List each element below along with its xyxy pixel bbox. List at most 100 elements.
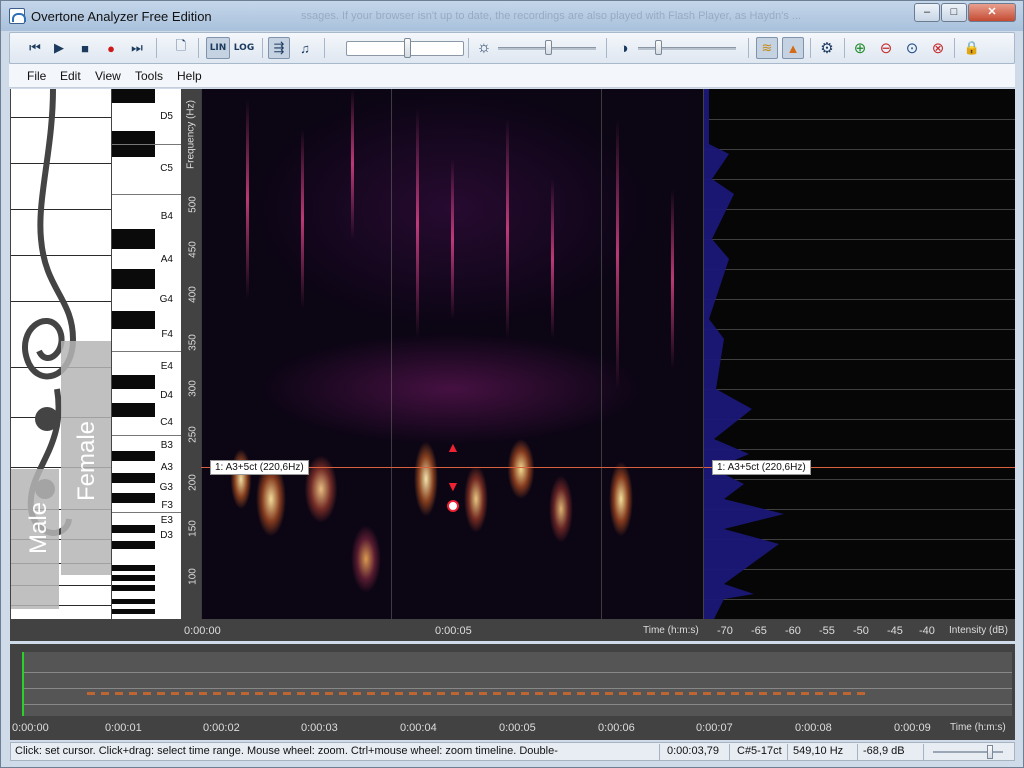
skip-forward-icon[interactable]: ⏭ (126, 37, 148, 59)
note-label: B4 (160, 211, 173, 222)
intensity-spectrum: 1: A3+5ct (220,6Hz) (704, 89, 1015, 619)
black-key (112, 473, 155, 483)
status-level: -68,9 dB (863, 745, 905, 757)
skip-back-icon[interactable]: ⏮ (24, 37, 46, 59)
timeline-tick: 0:00:06 (598, 722, 635, 734)
pitch-track-icon[interactable]: ⇶ (268, 37, 290, 59)
lin-scale-button[interactable]: LIN (206, 37, 230, 59)
black-key (112, 403, 155, 417)
status-note: C#5-17ct (737, 745, 782, 757)
white-key-divider (112, 435, 181, 436)
frequency-tick: 300 (187, 380, 199, 397)
timeline-tick: 0:00:09 (894, 722, 931, 734)
zoom-reset-icon[interactable]: ⊗ (927, 37, 949, 59)
cursor-point-marker[interactable] (447, 500, 459, 512)
black-key (112, 493, 155, 503)
record-icon[interactable]: ● (100, 37, 122, 59)
timeline-pitch-trace (87, 692, 867, 695)
toolbar-separator (262, 38, 263, 58)
timeline-gridline (22, 688, 1012, 689)
close-button[interactable]: ✕ (968, 3, 1016, 22)
zoom-in-icon[interactable]: ⊕ (849, 37, 871, 59)
menu-edit[interactable]: Edit (60, 69, 81, 83)
play-icon[interactable]: ▶ (48, 37, 70, 59)
cursor-intensity-label: 1: A3+5ct (220,6Hz) (712, 460, 811, 475)
spectrogram-streak (451, 159, 454, 319)
zoom-fit-icon[interactable]: ⊙ (901, 37, 923, 59)
time-tick: 0:00:05 (435, 625, 472, 637)
black-key (112, 229, 155, 249)
stop-icon[interactable]: ■ (74, 37, 96, 59)
timeline-axis-title: Time (h:m:s) (950, 722, 1006, 733)
frequency-tick: 450 (187, 241, 199, 258)
spectrogram-streak (616, 119, 619, 389)
spectrogram[interactable]: 1: A3+5ct (220,6Hz) ▲ ▼ (201, 89, 703, 619)
frequency-tick: 250 (187, 426, 199, 443)
window-title: Overtone Analyzer Free Edition (31, 9, 212, 24)
note-label: D3 (160, 530, 173, 541)
intensity-tick: -50 (853, 625, 869, 637)
note-label: G3 (159, 482, 173, 493)
frequency-tick: 500 (187, 196, 199, 213)
intensity-curve (704, 89, 784, 619)
contrast-slider-thumb[interactable] (655, 40, 662, 55)
timeline-tick: 0:00:05 (499, 722, 536, 734)
timeline-gridline (22, 704, 1012, 705)
upper-marker-icon[interactable]: ▲ (446, 440, 460, 454)
contrast-slider[interactable] (638, 47, 736, 50)
settings-icon[interactable]: ⚙ (816, 37, 838, 59)
toolbar: ⏮ ▶ ■ ● ⏭ 🗋 LIN LOG ⇶ ♫ ☼ ◑ ≋ ▲ ⚙ ⊕ ⊖ ⊙ … (9, 32, 1015, 64)
timeline-tick: 0:00:08 (795, 722, 832, 734)
black-key (112, 541, 155, 549)
timeline-tick: 0:00:02 (203, 722, 240, 734)
timeline-waveform[interactable] (22, 652, 1012, 716)
black-key (112, 89, 155, 103)
intensity-tick: -65 (751, 625, 767, 637)
volume-slider-thumb[interactable] (404, 38, 411, 58)
maximize-button[interactable]: □ (941, 3, 967, 22)
menu-file[interactable]: File (27, 69, 46, 83)
black-key (112, 311, 155, 329)
note-label: F4 (161, 329, 173, 340)
cursor-frequency-label: 1: A3+5ct (220,6Hz) (210, 460, 309, 475)
status-frequency: 549,10 Hz (793, 745, 844, 757)
status-hint: Click: set cursor. Click+drag: select ti… (15, 745, 558, 757)
intensity-tick: -70 (717, 625, 733, 637)
note-label: B3 (160, 440, 173, 451)
minimize-button[interactable]: – (914, 3, 940, 22)
note-label: D5 (160, 111, 173, 122)
lower-marker-icon[interactable]: ▼ (446, 479, 460, 493)
black-key (112, 565, 155, 571)
time-axis-title: Time (h:m:s) (643, 625, 699, 636)
new-file-icon[interactable]: 🗋 (170, 37, 192, 59)
app-window: Overtone Analyzer Free Edition ssages. I… (0, 0, 1024, 768)
timeline-playhead[interactable] (22, 652, 24, 716)
status-bar: Click: set cursor. Click+drag: select ti… (10, 742, 1015, 761)
contrast-icon: ◑ (619, 39, 629, 57)
brightness-slider-thumb[interactable] (545, 40, 552, 55)
frequency-tick: 200 (187, 474, 199, 491)
zoom-out-icon[interactable]: ⊖ (875, 37, 897, 59)
status-separator (659, 744, 660, 760)
menu-help[interactable]: Help (177, 69, 202, 83)
brightness-icon: ☼ (476, 39, 492, 56)
log-scale-button[interactable]: LOG (232, 37, 256, 59)
note-label: G4 (159, 294, 173, 305)
zoom-slider-thumb[interactable] (987, 745, 993, 759)
toolbar-separator (954, 38, 955, 58)
lock-icon[interactable]: 🔒 (961, 37, 983, 59)
time-tick: 0:00:00 (184, 625, 221, 637)
timeline-gridline (22, 672, 1012, 673)
timeline-tick: 0:00:07 (696, 722, 733, 734)
menu-view[interactable]: View (95, 69, 121, 83)
menu-tools[interactable]: Tools (135, 69, 163, 83)
spectrogram-streak (551, 179, 554, 339)
title-bar: Overtone Analyzer Free Edition ssages. I… (1, 1, 1023, 31)
piano-icon[interactable]: ♫ (294, 37, 316, 59)
spectrum-view-a-icon[interactable]: ≋ (756, 37, 778, 59)
frequency-tick: 400 (187, 286, 199, 303)
menu-bar: File Edit View Tools Help (9, 64, 1015, 88)
black-key (112, 585, 155, 591)
timeline-overview[interactable]: 0:00:00 0:00:01 0:00:02 0:00:03 0:00:04 … (10, 644, 1015, 740)
spectrum-view-b-icon[interactable]: ▲ (782, 37, 804, 59)
